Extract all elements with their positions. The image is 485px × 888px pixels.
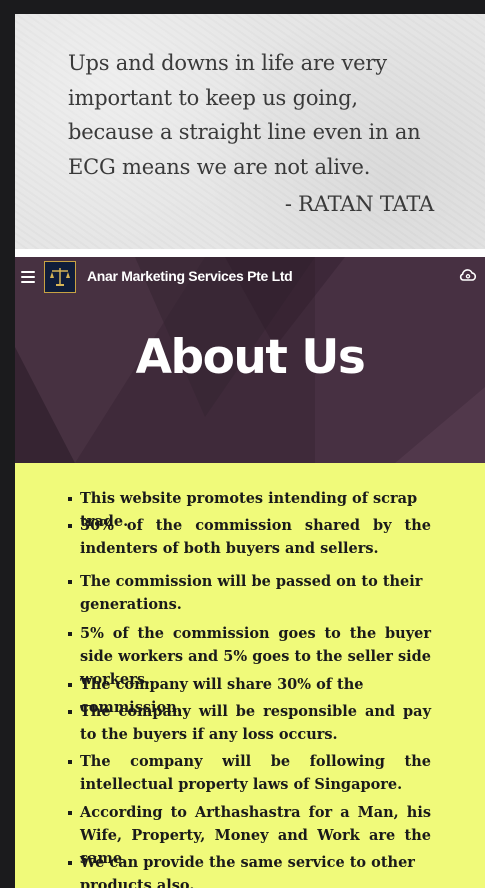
section-divider [15, 249, 485, 257]
bullet [68, 580, 72, 584]
hero-section: Anar Marketing Services Pte Ltd About Us [15, 257, 485, 463]
hamburger-icon[interactable] [21, 271, 35, 283]
list-item: The company will be following the intell… [80, 753, 431, 793]
left-edge-bar [0, 0, 15, 888]
bullet [68, 632, 72, 636]
quote-text: Ups and downs in life are very important… [68, 51, 421, 179]
company-logo[interactable] [44, 261, 76, 293]
page-title: About Us [135, 330, 366, 385]
bullet [68, 710, 72, 714]
quote-author: - RATAN TATA [284, 192, 434, 216]
bullet [68, 760, 72, 764]
list-item: We can provide the same service to other… [80, 854, 415, 888]
about-content: This website promotes intending of scrap… [15, 463, 485, 888]
list-item: The company will be responsible and pay … [80, 703, 431, 743]
top-strip [0, 0, 485, 14]
bullet [68, 524, 72, 528]
cloud-icon[interactable] [459, 267, 477, 281]
quote-image: Ups and downs in life are very important… [15, 14, 485, 249]
brand-name[interactable]: Anar Marketing Services Pte Ltd [87, 268, 293, 284]
bullet [68, 683, 72, 687]
bullet [68, 497, 72, 501]
bullet [68, 861, 72, 865]
list-item: 30% of the commission shared by the inde… [80, 517, 431, 557]
list-item: The commission will be passed on to thei… [80, 573, 423, 613]
bullet [68, 811, 72, 815]
